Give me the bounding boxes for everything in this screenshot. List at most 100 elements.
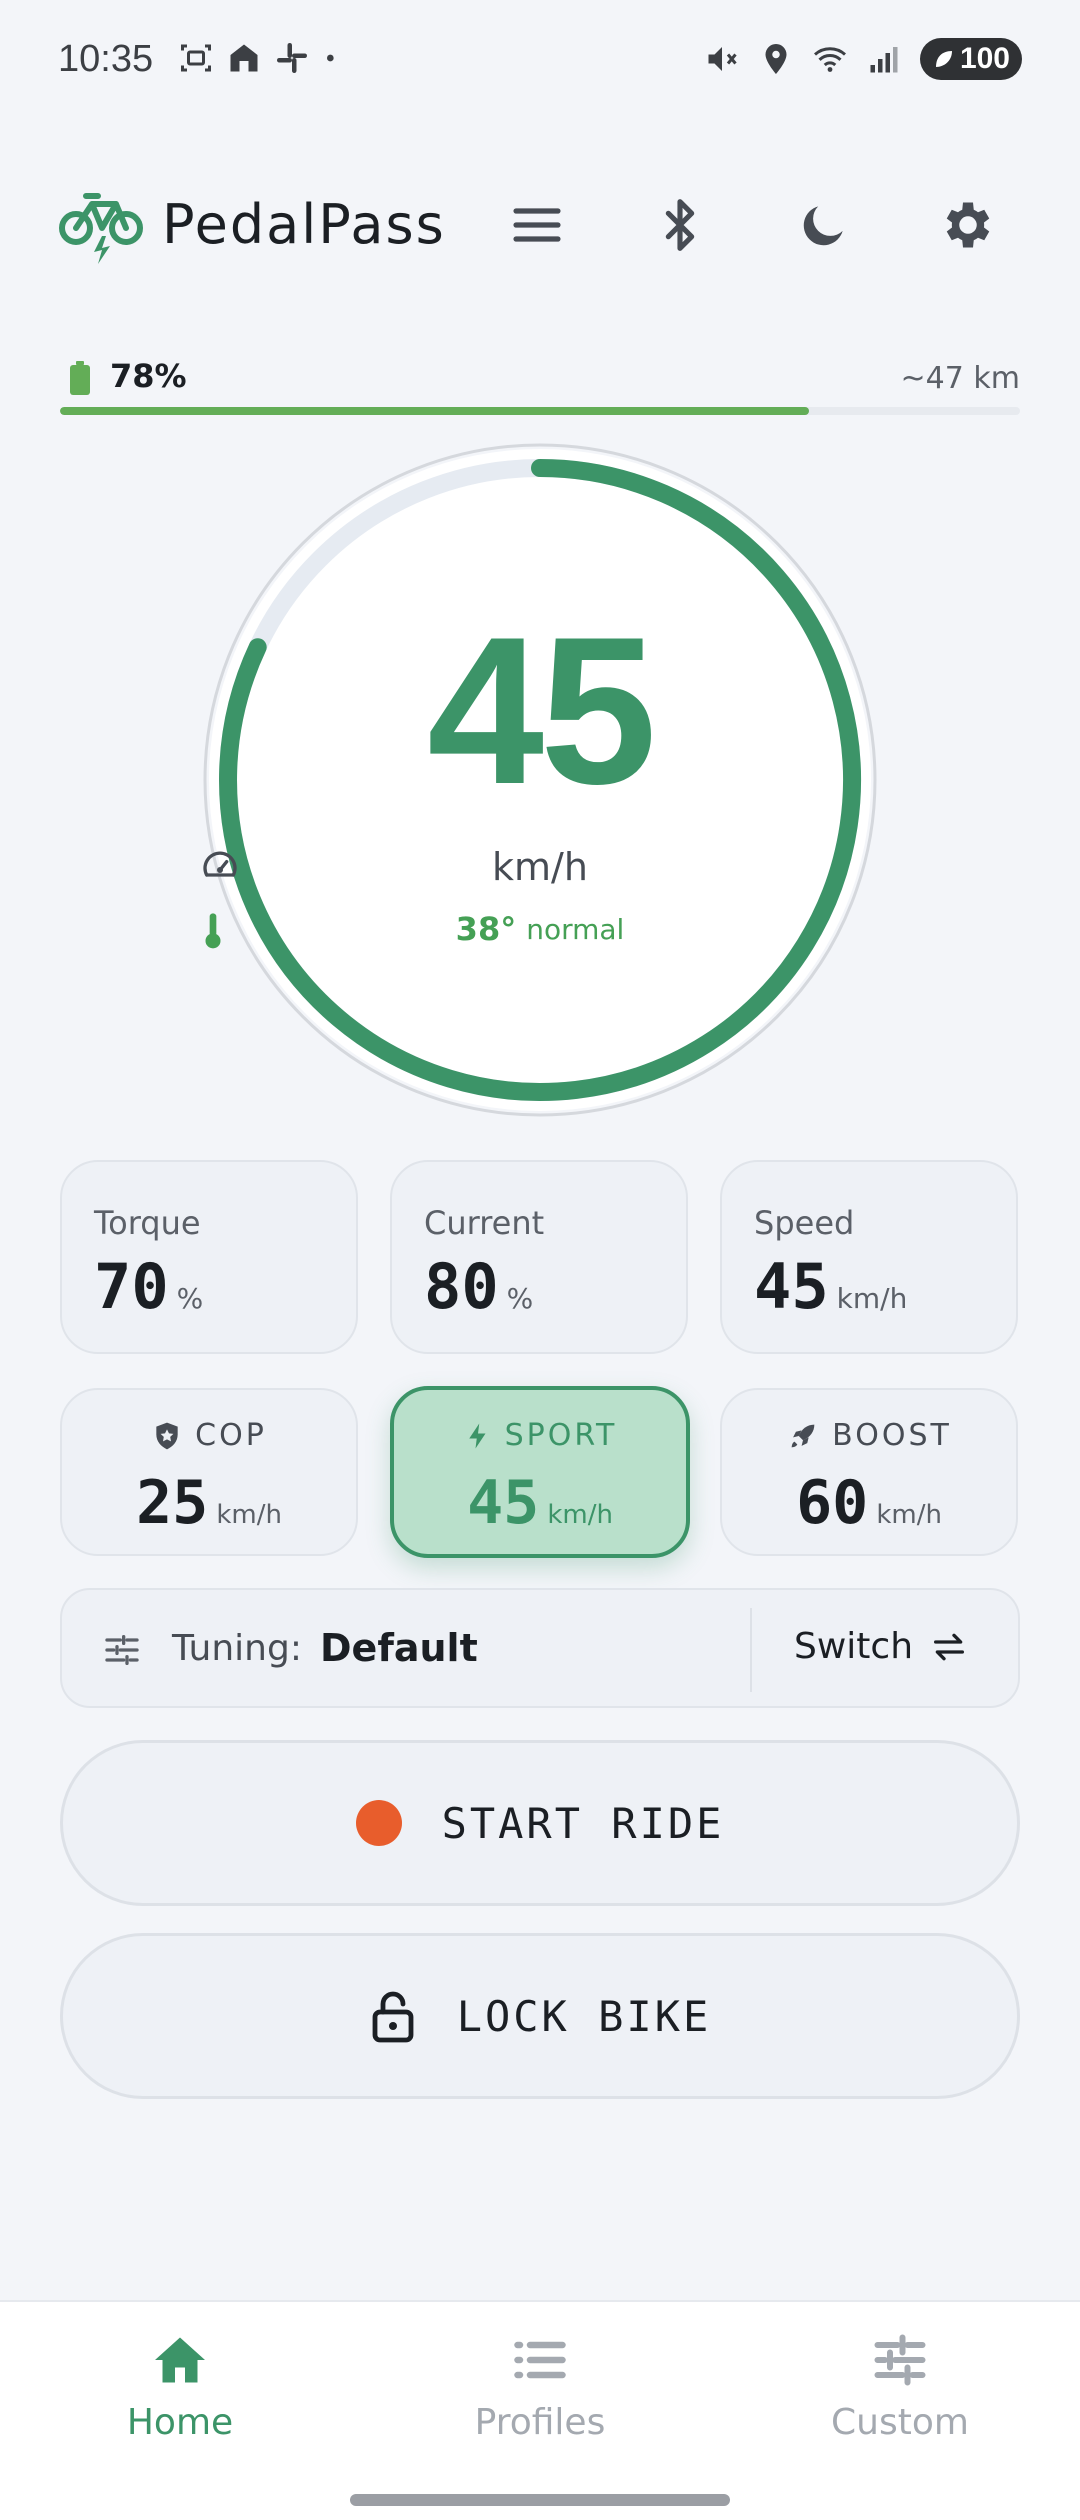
list-icon	[514, 2341, 566, 2379]
motor-temperature: 38°	[455, 910, 517, 948]
thermometer-icon	[205, 913, 221, 949]
bluetooth-button[interactable]	[645, 190, 715, 260]
temperature-status: normal	[526, 912, 625, 946]
nav-profiles[interactable]: Profiles	[390, 2332, 690, 2443]
battery-bar-fill	[60, 407, 809, 415]
gesture-bar	[350, 2494, 730, 2506]
stat-card-speed: Speed 45 km/h	[720, 1160, 1018, 1354]
current-speed: 45	[427, 593, 657, 828]
battery-percent: 78%	[110, 357, 187, 395]
stat-value: 70%	[94, 1250, 203, 1323]
status-battery: 100	[919, 38, 1022, 80]
stat-unit: %	[506, 1282, 534, 1315]
menu-button[interactable]	[502, 190, 572, 260]
tuning-label: Tuning:	[172, 1628, 302, 1669]
nav-home[interactable]: Home	[30, 2332, 330, 2443]
mode-value: 60 km/h	[722, 1468, 1016, 1538]
stat-value: 80%	[424, 1250, 533, 1323]
menu-icon	[513, 208, 561, 242]
rocket-icon	[791, 1424, 815, 1447]
settings-button[interactable]	[933, 190, 1003, 260]
switch-tuning-button[interactable]: Switch	[794, 1626, 969, 1667]
stat-label: Speed	[754, 1204, 855, 1242]
mode-label: BOOST	[832, 1418, 952, 1453]
app-title: PedalPass	[162, 193, 446, 256]
mute-icon	[708, 47, 737, 71]
bottom-navigation: Home Profiles Custom	[0, 2300, 1080, 2520]
battery-status: 78% ~47 km	[60, 355, 1020, 415]
speedometer-icon	[203, 851, 237, 877]
home-app-icon	[230, 44, 258, 72]
mode-unit: km/h	[216, 1500, 282, 1530]
stat-number: 80	[424, 1250, 499, 1323]
speed-unit: km/h	[492, 845, 588, 889]
lock-bike-label: LOCK BIKE	[456, 1991, 712, 2041]
status-system-icons: 100	[704, 38, 1022, 80]
stat-unit: %	[176, 1282, 204, 1315]
mode-label-row: SPORT	[394, 1418, 686, 1453]
stat-label: Current	[424, 1204, 545, 1242]
gear-icon	[946, 202, 990, 248]
lock-bike-button[interactable]: LOCK BIKE	[60, 1933, 1020, 2099]
home-icon	[155, 2337, 205, 2383]
bluetooth-icon	[665, 199, 695, 251]
screenshot-icon	[181, 44, 211, 72]
mode-unit: km/h	[876, 1500, 942, 1530]
mode-label: COP	[195, 1418, 267, 1453]
stat-number: 45	[754, 1250, 829, 1323]
mode-value: 45 km/h	[394, 1468, 686, 1538]
stat-card-current: Current 80%	[390, 1160, 688, 1354]
tuning-profile: Default	[320, 1626, 478, 1670]
mode-unit: km/h	[547, 1500, 613, 1530]
sliders-icon	[874, 2334, 926, 2386]
slack-icon	[277, 43, 307, 73]
temperature-row: 38° normal	[200, 910, 880, 949]
ebike-logo-icon	[59, 193, 143, 264]
start-ride-button[interactable]: START RIDE	[60, 1740, 1020, 1906]
battery-range: ~47 km	[900, 361, 1020, 396]
stat-unit: km/h	[836, 1282, 908, 1315]
battery-icon	[70, 361, 90, 395]
battery-bar	[60, 407, 1020, 415]
wifi-icon	[813, 47, 846, 72]
nav-custom[interactable]: Custom	[750, 2332, 1050, 2443]
dot-icon	[327, 54, 334, 62]
mode-value: 25 km/h	[62, 1468, 356, 1538]
location-icon	[765, 44, 787, 74]
signal-icon	[870, 47, 898, 73]
speedometer: 45 km/h 38° normal	[200, 440, 880, 1120]
lock-icon	[372, 1991, 414, 2043]
dark-mode-button[interactable]	[789, 190, 859, 260]
stat-label: Torque	[94, 1204, 201, 1242]
moon-icon	[803, 206, 843, 246]
mode-number: 45	[467, 1468, 540, 1538]
bolt-icon	[468, 1423, 486, 1448]
mode-button-boost[interactable]: BOOST 60 km/h	[720, 1388, 1018, 1556]
divider	[750, 1608, 752, 1692]
tuning-bar: Tuning: Default Switch	[60, 1588, 1020, 1708]
stat-number: 70	[94, 1250, 169, 1323]
swap-icon	[934, 1633, 965, 1660]
app-header: PedalPass	[0, 180, 1080, 270]
status-time: 10:35	[58, 38, 154, 80]
speed-unit-row: km/h	[200, 845, 880, 889]
mode-label-row: BOOST	[722, 1418, 1016, 1453]
mode-label: SPORT	[504, 1418, 618, 1453]
status-notification-icons	[178, 40, 342, 76]
mode-number: 25	[136, 1468, 209, 1538]
status-battery-level: 100	[959, 42, 1010, 75]
mode-label-row: COP	[62, 1418, 356, 1453]
status-bar: 10:35 100	[0, 0, 1080, 125]
record-dot-icon	[355, 1800, 402, 1846]
nav-label: Home	[126, 2402, 234, 2443]
nav-label: Profiles	[474, 2402, 606, 2443]
battery-saver-icon	[935, 51, 952, 67]
start-ride-label: START RIDE	[441, 1798, 725, 1848]
tune-icon	[105, 1635, 139, 1665]
shield-star-icon	[156, 1422, 178, 1449]
switch-label: Switch	[794, 1626, 914, 1667]
mode-button-sport[interactable]: SPORT 45 km/h	[390, 1386, 690, 1558]
stat-value: 45 km/h	[754, 1250, 907, 1323]
nav-label: Custom	[831, 2402, 969, 2443]
mode-button-cop[interactable]: COP 25 km/h	[60, 1388, 358, 1556]
